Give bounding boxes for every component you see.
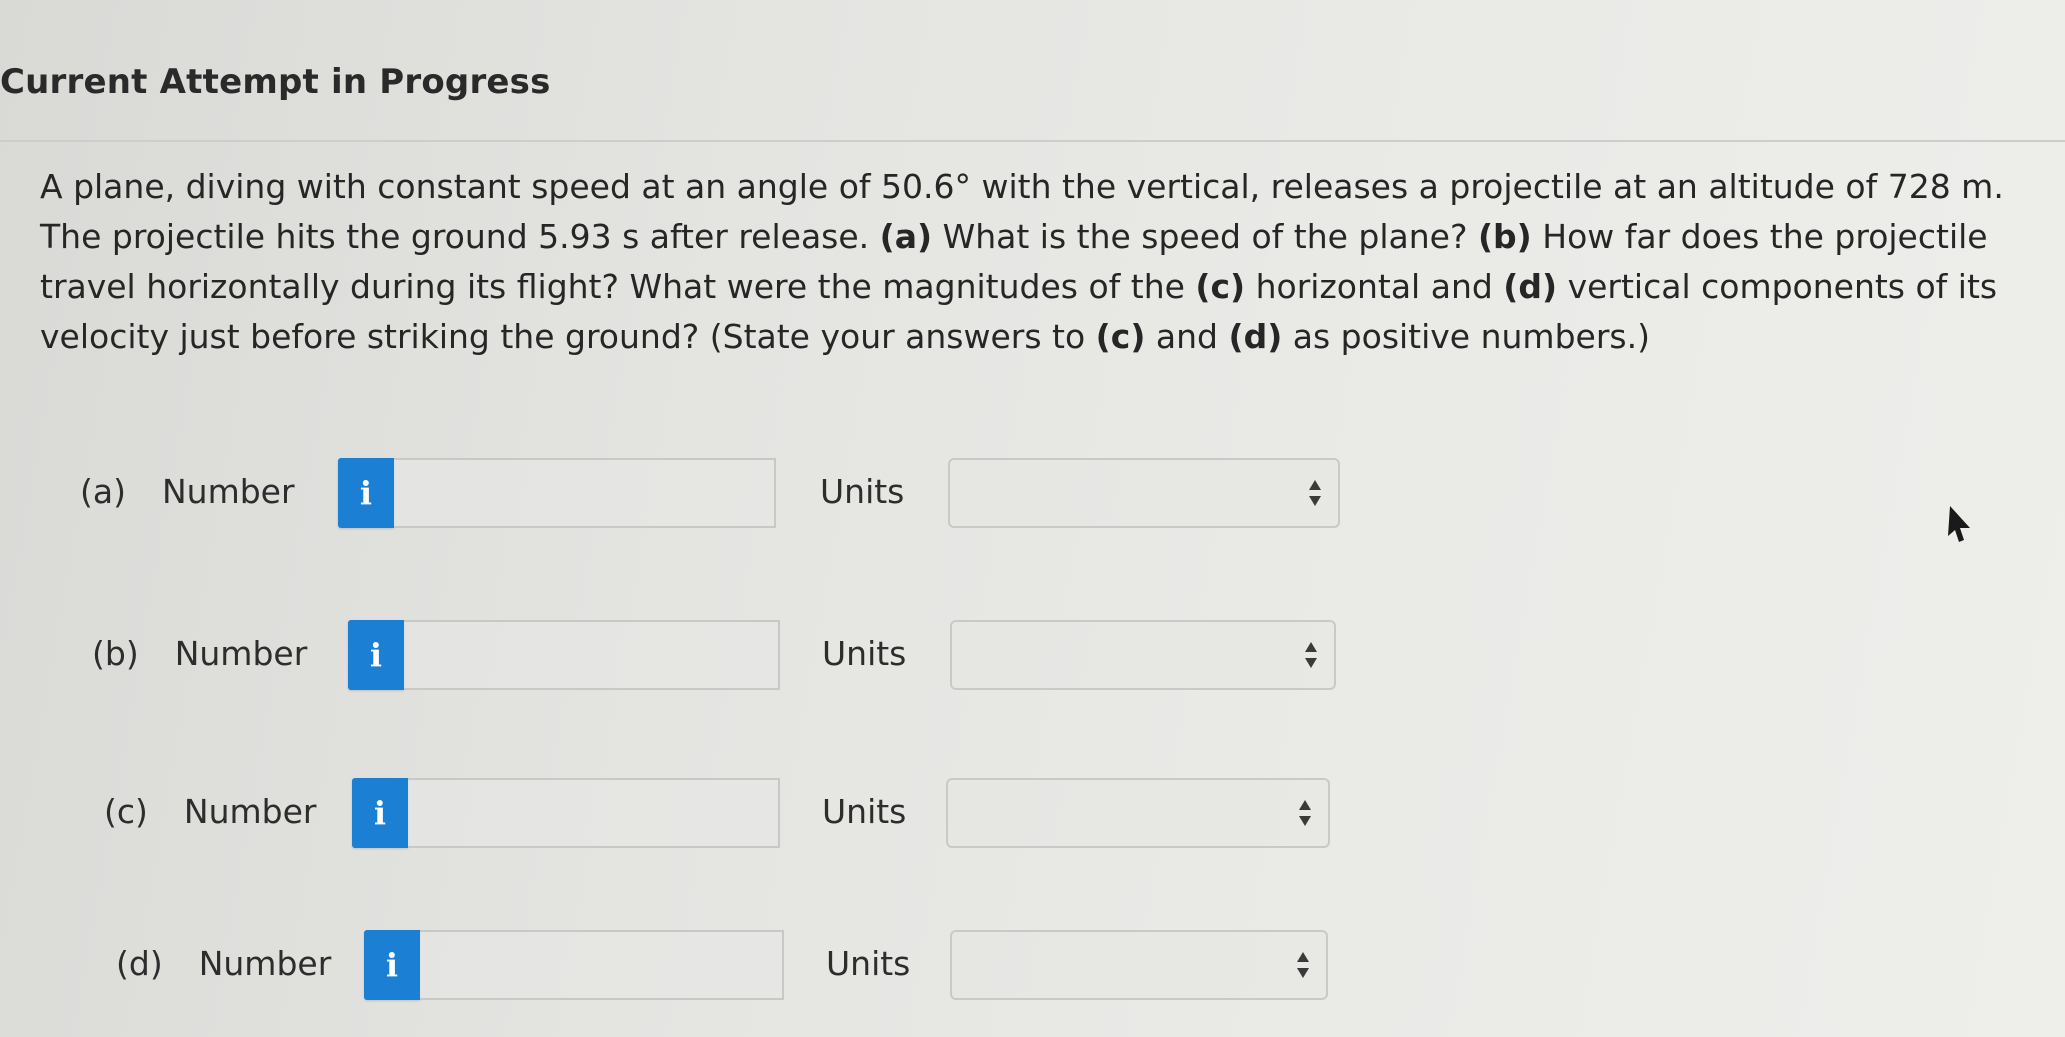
question-part-marker: (c)	[1095, 317, 1146, 356]
part-label: (b) Number	[92, 634, 307, 673]
answer-row-b: (b) Number i Units	[0, 620, 2065, 690]
part-label: (a) Number	[80, 472, 295, 511]
info-icon[interactable]: i	[352, 778, 408, 848]
up-down-arrows-icon	[1305, 642, 1317, 668]
part-letter: (c)	[104, 792, 148, 831]
question-part-marker: (a)	[879, 217, 933, 256]
part-letter: (a)	[80, 472, 126, 511]
header-divider	[0, 140, 2065, 142]
answer-row-d: (d) Number i Units	[0, 930, 2065, 1000]
units-label: Units	[822, 792, 907, 831]
part-label: (c) Number	[104, 792, 316, 831]
page-title: Current Attempt in Progress	[0, 62, 551, 102]
number-input[interactable]	[394, 458, 776, 528]
number-input[interactable]	[408, 778, 780, 848]
info-icon[interactable]: i	[338, 458, 394, 528]
question-text: A plane, diving with constant speed at a…	[40, 162, 2060, 362]
info-icon[interactable]: i	[364, 930, 420, 1000]
number-input[interactable]	[404, 620, 780, 690]
part-label: (d) Number	[116, 944, 331, 983]
units-label: Units	[826, 944, 911, 983]
question-segment: and	[1145, 317, 1229, 356]
question-segment: What is the speed of the plane?	[932, 217, 1478, 256]
units-label: Units	[820, 472, 905, 511]
number-input[interactable]	[420, 930, 784, 1000]
answer-row-a: (a) Number i Units	[0, 458, 2065, 528]
units-select[interactable]	[948, 458, 1340, 528]
question-segment: horizontal and	[1245, 267, 1504, 306]
units-select[interactable]	[946, 778, 1330, 848]
number-label: Number	[198, 944, 332, 983]
units-select[interactable]	[950, 620, 1336, 690]
units-label: Units	[822, 634, 907, 673]
units-select[interactable]	[950, 930, 1328, 1000]
part-letter: (b)	[92, 634, 139, 673]
part-letter: (d)	[116, 944, 163, 983]
mouse-pointer-icon	[1948, 506, 1970, 542]
question-part-marker: (d)	[1503, 267, 1558, 306]
answer-row-c: (c) Number i Units	[0, 778, 2065, 848]
question-segment: as positive numbers.)	[1282, 317, 1650, 356]
up-down-arrows-icon	[1309, 480, 1321, 506]
question-part-marker: (c)	[1195, 267, 1246, 306]
number-label: Number	[161, 472, 295, 511]
question-part-marker: (d)	[1228, 317, 1283, 356]
info-icon[interactable]: i	[348, 620, 404, 690]
question-part-marker: (b)	[1477, 217, 1532, 256]
number-label: Number	[174, 634, 308, 673]
up-down-arrows-icon	[1297, 952, 1309, 978]
number-label: Number	[183, 792, 317, 831]
up-down-arrows-icon	[1299, 800, 1311, 826]
